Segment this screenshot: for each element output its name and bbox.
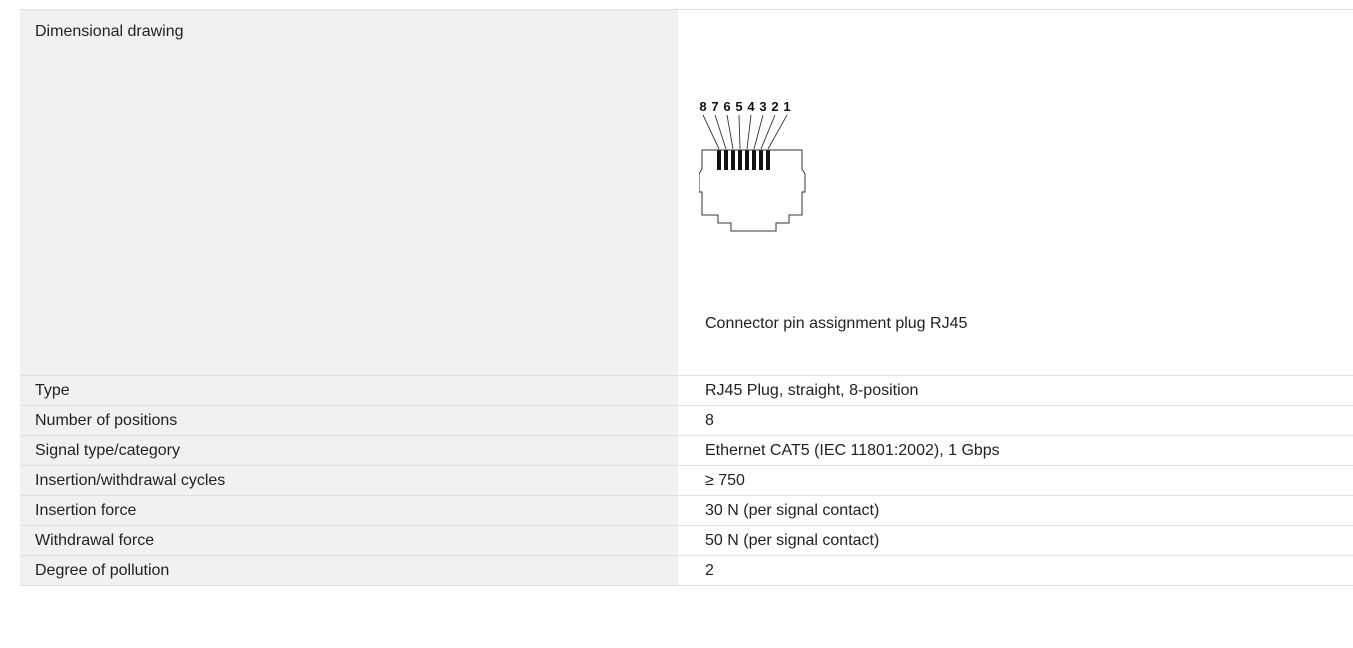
spec-row-signal-type: Signal type/category Ethernet CAT5 (IEC …	[20, 436, 1353, 466]
pin-contact-5	[738, 150, 742, 170]
dimensional-drawing-row: Dimensional drawing 8 7 6 5 4 3 2 1 Conn…	[20, 10, 1353, 376]
drawing-caption: Connector pin assignment plug RJ45	[705, 315, 968, 332]
spec-row-number-of-positions: Number of positions 8	[20, 406, 1353, 436]
spec-value: 8	[678, 406, 1353, 435]
pin-leader-6	[726, 114, 734, 150]
pin-number-6: 6	[723, 99, 730, 114]
spec-row-withdrawal-force: Withdrawal force 50 N (per signal contac…	[20, 526, 1353, 556]
pin-contact-6	[731, 150, 735, 170]
pin-contact-1	[766, 150, 770, 170]
pin-number-1: 1	[783, 99, 790, 114]
pin-leader-3	[753, 114, 764, 150]
spec-label: Withdrawal force	[20, 526, 678, 555]
pin-contact-3	[752, 150, 756, 170]
spec-value: Ethernet CAT5 (IEC 11801:2002), 1 Gbps	[678, 436, 1353, 465]
spec-label: Type	[20, 376, 678, 405]
pin-number-2: 2	[771, 99, 778, 114]
pin-leader-1	[767, 114, 788, 150]
spec-label: Degree of pollution	[20, 556, 678, 585]
pin-number-8: 8	[699, 99, 706, 114]
spec-table: Dimensional drawing 8 7 6 5 4 3 2 1 Conn…	[20, 9, 1353, 586]
spec-label: Insertion/withdrawal cycles	[20, 466, 678, 495]
spec-row-type: Type RJ45 Plug, straight, 8-position	[20, 376, 1353, 406]
dimensional-drawing-label: Dimensional drawing	[20, 10, 678, 375]
spec-value: 50 N (per signal contact)	[678, 526, 1353, 555]
rj45-pin-assignment-drawing: 8 7 6 5 4 3 2 1	[699, 99, 806, 232]
pin-leader-5	[738, 114, 741, 150]
spec-value: 30 N (per signal contact)	[678, 496, 1353, 525]
dimensional-drawing-cell: 8 7 6 5 4 3 2 1 Connector pin assignment…	[678, 10, 1353, 375]
pin-number-3: 3	[759, 99, 766, 114]
spec-row-degree-of-pollution: Degree of pollution 2	[20, 556, 1353, 586]
pin-contact-2	[759, 150, 763, 170]
spec-row-insertion-force: Insertion force 30 N (per signal contact…	[20, 496, 1353, 526]
spec-label: Number of positions	[20, 406, 678, 435]
spec-value: RJ45 Plug, straight, 8-position	[678, 376, 1353, 405]
pin-leader-2	[760, 114, 776, 150]
pin-number-5: 5	[735, 99, 742, 114]
pin-number-7: 7	[711, 99, 718, 114]
pin-contact-4	[745, 150, 749, 170]
pin-number-4: 4	[747, 99, 755, 114]
pin-leader-4	[746, 114, 752, 150]
spec-label: Insertion force	[20, 496, 678, 525]
spec-row-insertion-withdrawal-cycles: Insertion/withdrawal cycles ≥ 750	[20, 466, 1353, 496]
pin-contact-8	[717, 150, 721, 170]
spec-label: Signal type/category	[20, 436, 678, 465]
pin-contact-7	[724, 150, 728, 170]
spec-value: ≥ 750	[678, 466, 1353, 495]
spec-value: 2	[678, 556, 1353, 585]
